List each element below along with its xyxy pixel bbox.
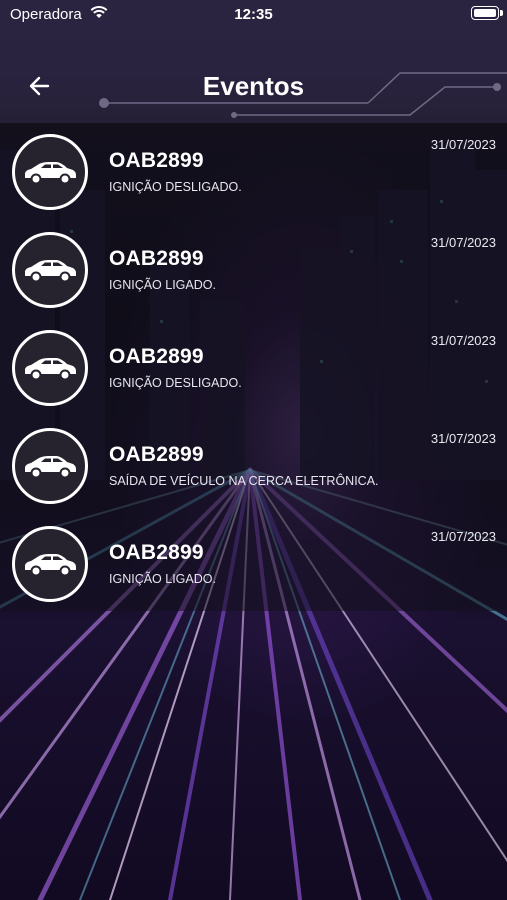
event-row[interactable]: OAB2899 IGNIÇÃO DESLIGADO. 31/07/2023 <box>0 319 507 417</box>
car-icon <box>25 162 76 185</box>
event-row[interactable]: OAB2899 IGNIÇÃO LIGADO. 31/07/2023 <box>0 515 507 613</box>
event-date: 31/07/2023 <box>430 235 496 250</box>
event-row[interactable]: OAB2899 IGNIÇÃO DESLIGADO. 31/07/2023 <box>0 123 507 221</box>
battery-icon <box>471 6 503 20</box>
event-date: 31/07/2023 <box>430 137 496 152</box>
event-date: 31/07/2023 <box>430 431 496 446</box>
vehicle-plate: OAB2899 <box>109 345 204 368</box>
page-title: Eventos <box>202 71 305 101</box>
app-header: Operadora 12:35 Eventos <box>0 0 507 123</box>
event-row[interactable]: OAB2899 SAÍDA DE VEÍCULO NA CERCA ELETRÔ… <box>0 417 507 515</box>
vehicle-plate: OAB2899 <box>109 443 204 466</box>
events-list: OAB2899 IGNIÇÃO DESLIGADO. 31/07/2023 OA… <box>0 123 507 611</box>
event-date: 31/07/2023 <box>430 529 496 544</box>
event-date: 31/07/2023 <box>430 333 496 348</box>
vehicle-avatar <box>12 428 88 504</box>
event-description: IGNIÇÃO LIGADO. <box>109 278 216 292</box>
vehicle-avatar <box>12 330 88 406</box>
vehicle-avatar <box>12 526 88 602</box>
vehicle-plate: OAB2899 <box>109 541 204 564</box>
vehicle-avatar <box>12 134 88 210</box>
event-description: IGNIÇÃO DESLIGADO. <box>109 180 242 194</box>
car-icon <box>25 554 76 577</box>
vehicle-plate: OAB2899 <box>109 247 204 270</box>
car-icon <box>25 358 76 381</box>
vehicle-plate: OAB2899 <box>109 149 204 172</box>
event-description: SAÍDA DE VEÍCULO NA CERCA ELETRÔNICA. <box>109 474 379 488</box>
vehicle-avatar <box>12 232 88 308</box>
event-description: IGNIÇÃO DESLIGADO. <box>109 376 242 390</box>
status-time: 12:35 <box>234 6 273 23</box>
status-bar: Operadora 12:35 <box>0 0 507 30</box>
event-row[interactable]: OAB2899 IGNIÇÃO LIGADO. 31/07/2023 <box>0 221 507 319</box>
event-description: IGNIÇÃO LIGADO. <box>109 572 216 586</box>
car-icon <box>25 456 76 479</box>
car-icon <box>25 260 76 283</box>
